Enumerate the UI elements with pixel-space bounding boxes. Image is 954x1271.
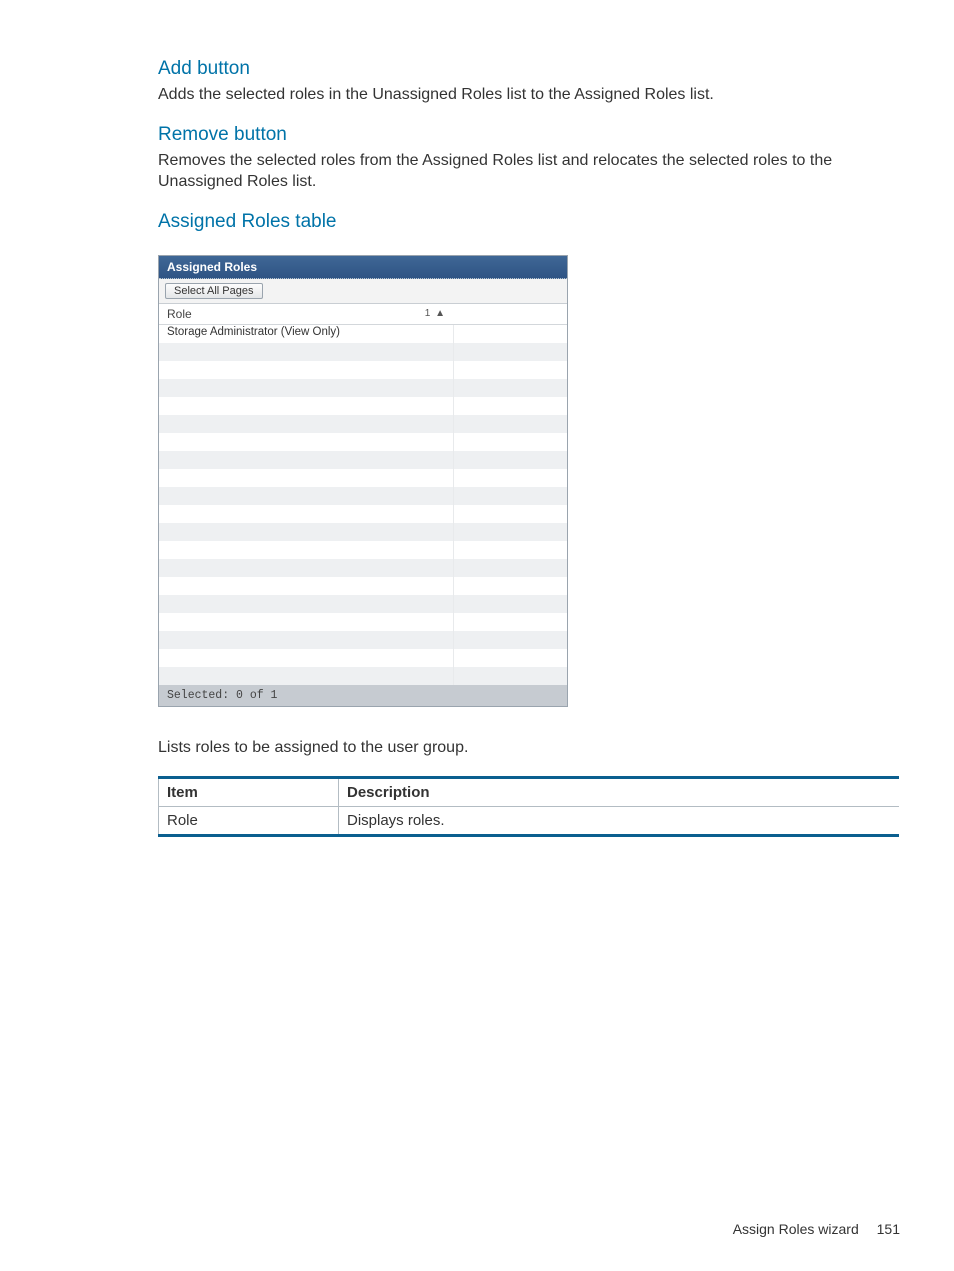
cell-extra <box>454 667 567 685</box>
cell-role <box>159 523 454 541</box>
cell-extra <box>454 415 567 433</box>
column-header-role-label: Role <box>167 307 192 321</box>
table-row[interactable] <box>159 415 567 433</box>
table-row[interactable] <box>159 469 567 487</box>
footer-page-number: 151 <box>877 1221 900 1237</box>
desc-cell-item: Role <box>159 807 339 836</box>
cell-role <box>159 379 454 397</box>
cell-role <box>159 577 454 595</box>
table-row[interactable] <box>159 595 567 613</box>
column-headers: Role 1 ▲ <box>159 304 567 325</box>
table-row[interactable] <box>159 433 567 451</box>
cell-extra <box>454 433 567 451</box>
assigned-roles-table-heading: Assigned Roles table <box>158 211 900 233</box>
desc-head-item: Item <box>159 778 339 807</box>
cell-role <box>159 343 454 361</box>
cell-role <box>159 397 454 415</box>
add-button-text: Adds the selected roles in the Unassigne… <box>158 84 900 106</box>
cell-extra <box>454 451 567 469</box>
description-table: Item Description Role Displays roles. <box>158 776 899 837</box>
cell-role <box>159 433 454 451</box>
table-row[interactable] <box>159 667 567 685</box>
table-row: Role Displays roles. <box>159 807 900 836</box>
column-header-role[interactable]: Role 1 ▲ <box>159 304 454 324</box>
table-row[interactable]: Storage Administrator (View Only) <box>159 325 567 343</box>
cell-role <box>159 451 454 469</box>
cell-extra <box>454 577 567 595</box>
cell-role <box>159 559 454 577</box>
assigned-roles-panel: Assigned Roles Select All Pages Role 1 ▲… <box>158 255 568 707</box>
desc-cell-description: Displays roles. <box>339 807 900 836</box>
cell-extra <box>454 325 567 343</box>
remove-button-heading: Remove button <box>158 124 900 146</box>
table-rows: Storage Administrator (View Only) <box>159 325 567 685</box>
cell-role: Storage Administrator (View Only) <box>159 325 454 343</box>
cell-role <box>159 595 454 613</box>
cell-role <box>159 613 454 631</box>
column-header-extra <box>454 304 567 324</box>
cell-extra <box>454 559 567 577</box>
cell-extra <box>454 649 567 667</box>
cell-extra <box>454 379 567 397</box>
cell-extra <box>454 541 567 559</box>
cell-extra <box>454 523 567 541</box>
cell-extra <box>454 595 567 613</box>
panel-footer-status: Selected: 0 of 1 <box>159 685 567 706</box>
cell-role <box>159 505 454 523</box>
cell-extra <box>454 487 567 505</box>
add-button-heading: Add button <box>158 58 900 80</box>
cell-extra <box>454 397 567 415</box>
cell-role <box>159 541 454 559</box>
table-row[interactable] <box>159 631 567 649</box>
footer-label: Assign Roles wizard <box>733 1221 859 1237</box>
table-row[interactable] <box>159 523 567 541</box>
assigned-roles-caption: Lists roles to be assigned to the user g… <box>158 737 900 759</box>
cell-role <box>159 667 454 685</box>
table-row[interactable] <box>159 451 567 469</box>
cell-extra <box>454 613 567 631</box>
cell-extra <box>454 343 567 361</box>
remove-button-text: Removes the selected roles from the Assi… <box>158 150 900 193</box>
table-row[interactable] <box>159 361 567 379</box>
table-row[interactable] <box>159 379 567 397</box>
table-row[interactable] <box>159 559 567 577</box>
panel-toolbar: Select All Pages <box>159 279 567 304</box>
cell-role <box>159 469 454 487</box>
select-all-pages-button[interactable]: Select All Pages <box>165 283 263 299</box>
cell-extra <box>454 631 567 649</box>
table-row[interactable] <box>159 343 567 361</box>
table-row[interactable] <box>159 397 567 415</box>
panel-title: Assigned Roles <box>159 256 567 279</box>
cell-extra <box>454 469 567 487</box>
table-row[interactable] <box>159 577 567 595</box>
cell-extra <box>454 505 567 523</box>
table-row[interactable] <box>159 505 567 523</box>
cell-role <box>159 649 454 667</box>
table-row[interactable] <box>159 649 567 667</box>
table-row[interactable] <box>159 613 567 631</box>
table-row[interactable] <box>159 487 567 505</box>
table-row[interactable] <box>159 541 567 559</box>
page-footer: Assign Roles wizard 151 <box>733 1221 900 1237</box>
cell-role <box>159 415 454 433</box>
cell-extra <box>454 361 567 379</box>
sort-indicator-icon: 1 ▲ <box>425 308 446 319</box>
desc-head-description: Description <box>339 778 900 807</box>
cell-role <box>159 631 454 649</box>
cell-role <box>159 361 454 379</box>
cell-role <box>159 487 454 505</box>
